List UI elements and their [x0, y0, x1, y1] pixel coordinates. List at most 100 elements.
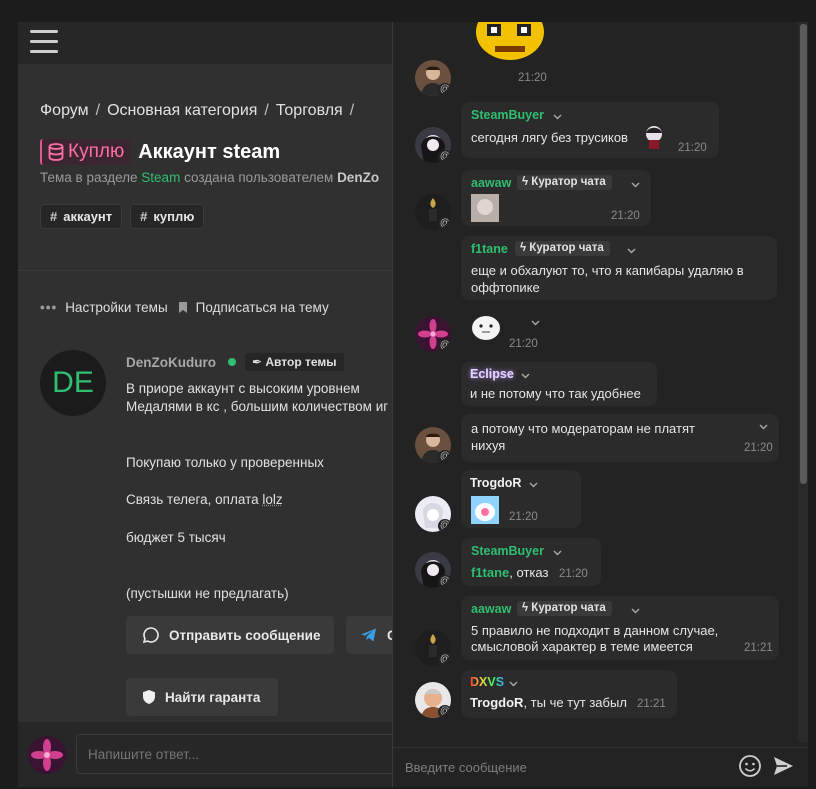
- chevron-down-icon[interactable]: [529, 480, 538, 489]
- at-icon: @: [438, 519, 451, 532]
- curator-badge-label: Куратор чата: [529, 242, 604, 254]
- avatar[interactable]: @: [415, 427, 451, 463]
- chevron-down-icon[interactable]: [759, 422, 768, 431]
- at-icon: @: [438, 217, 451, 230]
- message-image[interactable]: [471, 496, 499, 524]
- chat-message: @ 21:20: [393, 22, 793, 96]
- online-status-dot: [228, 358, 236, 366]
- chat-message-input[interactable]: [405, 756, 725, 778]
- user-mention[interactable]: TrogdoR: [470, 695, 523, 710]
- thread-title: Аккаунт steam: [138, 140, 281, 163]
- avatar[interactable]: @: [415, 630, 451, 666]
- chat-username[interactable]: Eclipse: [470, 367, 514, 381]
- chat-username[interactable]: aawaw: [471, 602, 511, 616]
- chevron-down-icon[interactable]: [631, 606, 640, 615]
- chat-username[interactable]: TrogdoR: [470, 476, 521, 490]
- curator-badge-label: Куратор чата: [531, 176, 606, 188]
- curator-badge: ϟ Куратор чата: [517, 175, 612, 190]
- chat-message: TrogdoR 21:20: [461, 470, 581, 528]
- chat-message: SteamBuyer f1tane, отказ 21:20: [461, 538, 601, 586]
- chat-username[interactable]: SteamBuyer: [471, 544, 544, 558]
- subscribe-link[interactable]: Подписаться на тему: [196, 300, 329, 315]
- curator-badge: ϟ Куратор чата: [515, 241, 610, 256]
- menu-icon[interactable]: [30, 30, 58, 56]
- divider: [18, 270, 418, 271]
- message-time: 21:21: [744, 642, 773, 654]
- tag[interactable]: # куплю: [130, 204, 205, 229]
- scrollbar-thumb[interactable]: [800, 24, 807, 484]
- message-text: и не потому что так удобнее: [470, 386, 641, 401]
- message-text: сегодня лягу без трусиков: [471, 130, 628, 145]
- lightning-icon: ϟ: [522, 176, 532, 188]
- app-frame: Форум / Основная категория / Торговля / Куплю…: [18, 22, 808, 787]
- chevron-down-icon[interactable]: [521, 371, 530, 380]
- message-text: смысловой характер в теме имеется: [471, 639, 693, 654]
- chat-username[interactable]: DXVS: [470, 675, 504, 689]
- tag-label: аккаунт: [63, 209, 113, 224]
- message-text-part: , отказ: [509, 565, 549, 580]
- author-badge-label: Автор темы: [265, 355, 337, 369]
- tag[interactable]: # аккаунт: [40, 204, 123, 229]
- avatar[interactable]: @: [415, 682, 451, 718]
- at-icon: @: [438, 705, 451, 718]
- avatar[interactable]: @: [415, 316, 451, 352]
- section-link[interactable]: Steam: [141, 170, 180, 185]
- hash-icon: #: [140, 209, 148, 224]
- avatar[interactable]: @: [415, 552, 451, 588]
- user-mention[interactable]: f1tane: [471, 565, 509, 580]
- post-link[interactable]: lolz: [262, 492, 282, 507]
- button-label: Отправить сообщение: [169, 627, 321, 643]
- message-image[interactable]: [471, 194, 499, 222]
- chat-message: Eclipse и не потому что так удобнее: [461, 362, 657, 406]
- message-time: 21:20: [509, 511, 538, 523]
- thread-prefix-label: Куплю: [68, 141, 125, 162]
- thread-actions: ••• Настройки темы Подписаться на тему: [40, 300, 329, 315]
- avatar[interactable]: @: [415, 194, 451, 230]
- chevron-down-icon[interactable]: [509, 679, 518, 688]
- chat-username[interactable]: f1tane: [471, 242, 508, 256]
- chat-message: а потому что модераторам не платят нихуя…: [461, 414, 779, 462]
- avatar[interactable]: @: [415, 127, 451, 163]
- chat-message: SteamBuyer сегодня лягу без трусиков 21:…: [461, 102, 719, 158]
- hash-icon: #: [50, 209, 58, 224]
- chat-username[interactable]: SteamBuyer: [471, 108, 544, 122]
- chat-input-bar: [393, 747, 808, 787]
- post-text: Связь телега, оплата: [126, 492, 263, 507]
- curator-badge-label: Куратор чата: [531, 602, 606, 614]
- breadcrumb: Форум / Основная категория / Торговля /: [40, 102, 361, 120]
- breadcrumb-item-category[interactable]: Основная категория: [107, 102, 257, 119]
- chevron-down-icon[interactable]: [627, 246, 636, 255]
- message-time: 21:20: [744, 442, 773, 454]
- chevron-down-icon[interactable]: [553, 548, 562, 557]
- emoji-icon[interactable]: [738, 754, 762, 778]
- chat-message: aawaw ϟ Куратор чата 21:20: [461, 170, 651, 226]
- chat-username[interactable]: aawaw: [471, 176, 511, 190]
- avatar[interactable]: [28, 736, 66, 774]
- at-icon: @: [438, 339, 451, 352]
- breadcrumb-item-forum[interactable]: Форум: [40, 102, 89, 119]
- post-line: Покупаю только у проверенных: [126, 455, 324, 470]
- avatar[interactable]: @: [415, 60, 451, 96]
- reply-input[interactable]: [76, 734, 406, 774]
- chevron-down-icon[interactable]: [531, 318, 540, 327]
- subtitle-text: Тема в разделе: [40, 170, 142, 185]
- send-message-button[interactable]: Отправить сообщение: [126, 616, 334, 654]
- author-link[interactable]: DenZo: [337, 170, 379, 185]
- chevron-down-icon[interactable]: [553, 112, 562, 121]
- scrollbar[interactable]: [798, 22, 808, 742]
- post-author-name[interactable]: DenZoKuduro: [126, 355, 216, 370]
- thread-prefix[interactable]: Куплю: [40, 139, 131, 165]
- find-guarantor-button[interactable]: Найти гаранта: [126, 678, 278, 716]
- send-icon[interactable]: [771, 754, 795, 778]
- message-text: нихуя: [471, 438, 506, 453]
- post-line: В приоре аккаунт с высоким уровнем: [126, 381, 360, 396]
- page-title: Куплю Аккаунт steam: [40, 138, 280, 166]
- avatar[interactable]: @: [415, 496, 451, 532]
- breadcrumb-item-trade[interactable]: Торговля: [276, 102, 343, 119]
- chat-message: f1tane ϟ Куратор чата еще и обхалуют то,…: [461, 236, 777, 300]
- avatar[interactable]: DE: [40, 350, 106, 416]
- chevron-down-icon[interactable]: [631, 180, 640, 189]
- thread-settings-link[interactable]: Настройки темы: [65, 300, 167, 315]
- subtitle-text: создана пользователем: [180, 170, 338, 185]
- button-label: Найти гаранта: [165, 689, 261, 705]
